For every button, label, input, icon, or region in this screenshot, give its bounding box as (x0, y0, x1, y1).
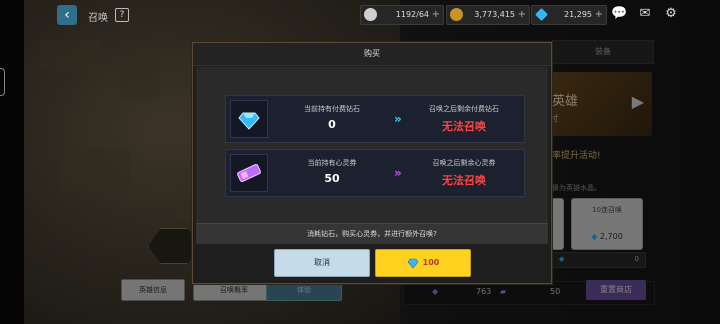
diamond-icon (238, 112, 260, 130)
diamond-icon (407, 258, 419, 268)
add-gems-icon[interactable]: + (595, 6, 603, 24)
gold-coin-icon (450, 8, 463, 21)
double-arrow-icon: » (394, 166, 402, 180)
page-title: 召唤 (88, 13, 108, 24)
buy-amount: 100 (422, 258, 440, 267)
held-ticket-value: 50 (324, 172, 340, 185)
screen-edge (0, 0, 24, 324)
dialog-body: 当前持有付费钻石 0 » 召唤之后剩余付费钻石 无法召唤 当前持有心灵券 50 … (196, 67, 548, 243)
back-button[interactable]: ‹ (57, 5, 77, 25)
add-stamina-icon[interactable]: + (432, 6, 440, 24)
remain-diamond-label: 召唤之后剩余付费钻石 (429, 105, 499, 113)
dialog-title: 购买 (193, 43, 551, 66)
remain-diamond-value: 无法召唤 (442, 120, 486, 133)
side-handle[interactable] (0, 68, 5, 96)
held-diamond-label: 当前持有付费钻石 (304, 105, 360, 113)
confirm-message: 消耗钻石，购买心灵券，并进行额外召唤? (196, 223, 548, 244)
remain-ticket-label: 召唤之后剩余心灵券 (432, 159, 496, 167)
held-ticket-label: 当前持有心灵券 (307, 159, 357, 167)
remain-ticket-value: 无法召唤 (442, 174, 486, 187)
add-gold-icon[interactable]: + (518, 6, 526, 24)
chat-icon[interactable]: 💬 (611, 6, 627, 22)
purchase-dialog: 购买 当前持有付费钻石 0 » 召唤之后剩余付费钻石 无法召唤 当前持有心灵券 … (192, 42, 552, 284)
diamond-icon-box (230, 100, 268, 138)
gem-counter[interactable]: 21,295 + (531, 5, 607, 25)
diamond-row: 当前持有付费钻石 0 » 召唤之后剩余付费钻石 无法召唤 (225, 95, 525, 143)
buy-button[interactable]: 100 (375, 249, 471, 277)
gold-counter[interactable]: 3,773,415 + (446, 5, 530, 25)
gem-icon (535, 8, 548, 21)
ticket-icon-box (230, 154, 268, 192)
help-button[interactable]: ? (115, 8, 129, 22)
stamina-counter[interactable]: 1192/64 + (360, 5, 444, 25)
soul-ticket-icon (237, 163, 261, 183)
stamina-icon (364, 8, 377, 21)
held-diamond-value: 0 (328, 118, 336, 131)
gear-icon[interactable]: ⚙ (663, 6, 679, 22)
cancel-button[interactable]: 取消 (274, 249, 370, 277)
ticket-row: 当前持有心灵券 50 » 召唤之后剩余心灵券 无法召唤 (225, 149, 525, 197)
mail-icon[interactable]: ✉ (637, 6, 653, 22)
double-arrow-icon: » (394, 112, 402, 126)
